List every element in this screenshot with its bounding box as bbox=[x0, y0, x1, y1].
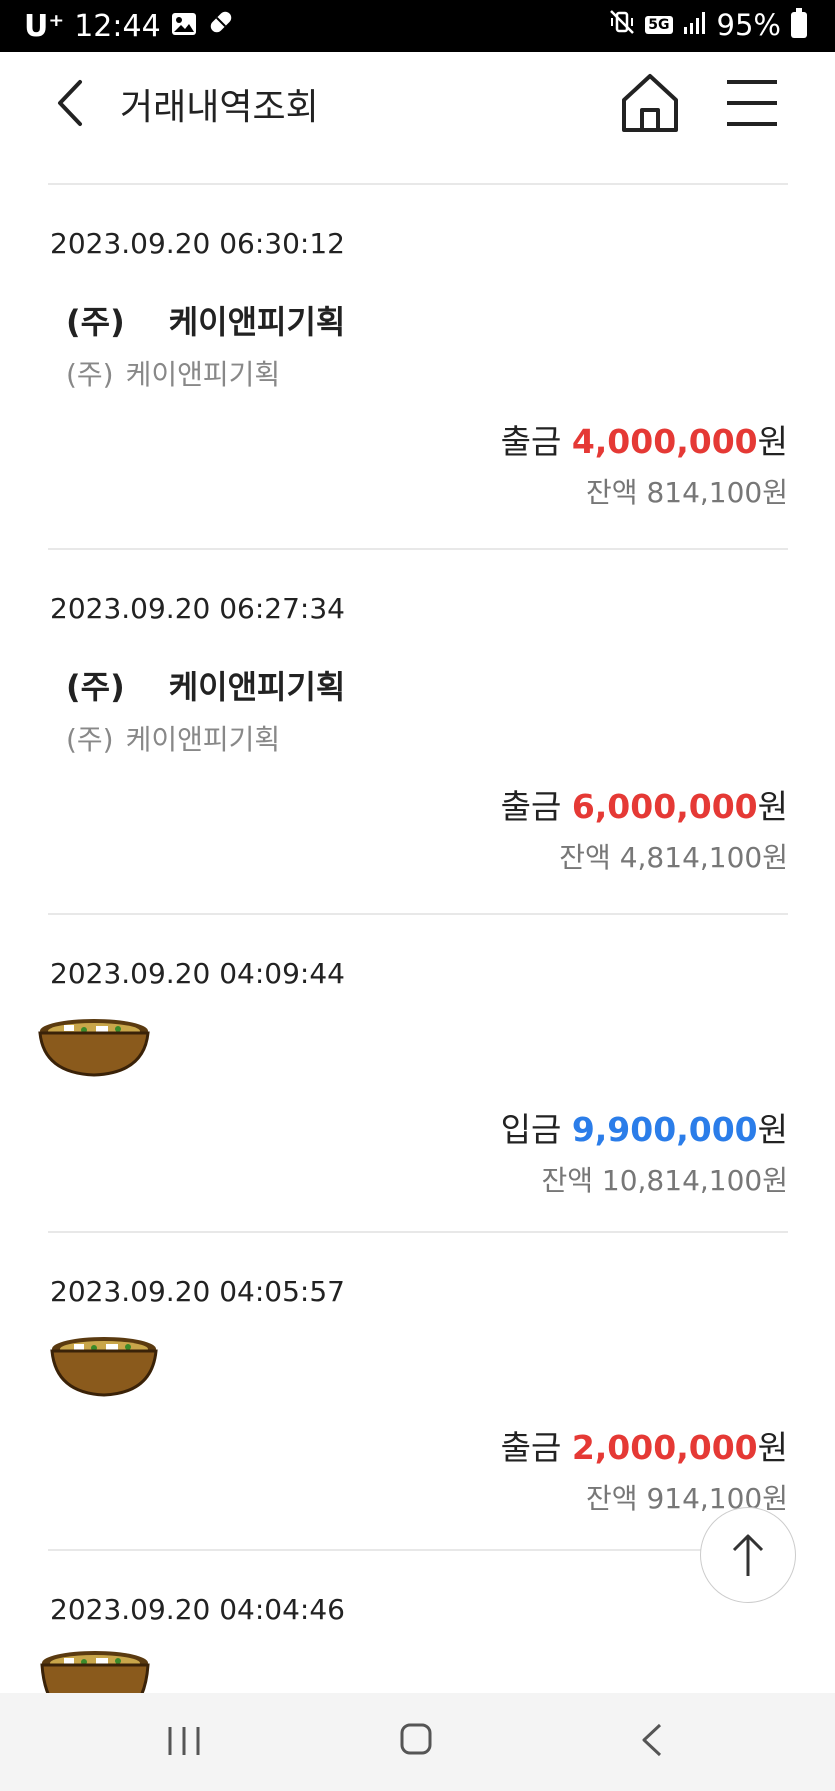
recent-apps-icon bbox=[168, 1727, 200, 1755]
network-5g-icon: 5G bbox=[645, 16, 673, 34]
status-left: U⁺ 12:44 bbox=[24, 8, 235, 44]
transaction-balance-row: 잔액 4,814,100원 bbox=[559, 836, 788, 876]
transaction-amount-row: 출금 6,000,000원 bbox=[501, 780, 788, 828]
transaction-item[interactable]: 2023.09.20 04:04:46 bbox=[40, 1551, 788, 1727]
app-header: 거래내역조회 bbox=[0, 52, 835, 154]
balance-value: 814,100 bbox=[646, 476, 763, 509]
status-bar: U⁺ 12:44 5G 95% bbox=[0, 0, 835, 52]
balance-value: 4,814,100 bbox=[619, 841, 763, 874]
pot-sticker-icon bbox=[48, 1335, 160, 1403]
transaction-item[interactable]: 2023.09.20 04:05:57 출금 2,000,000원 잔액 914… bbox=[48, 1233, 788, 1549]
transaction-datetime: 2023.09.20 04:09:44 bbox=[50, 957, 345, 990]
home-button[interactable] bbox=[618, 70, 682, 136]
transaction-memo-prefix: (주) bbox=[66, 358, 114, 391]
arrow-up-icon bbox=[732, 1534, 764, 1576]
transaction-amount: 9,900,000 bbox=[571, 1110, 758, 1149]
status-right: 5G 95% bbox=[609, 8, 807, 42]
transaction-datetime: 2023.09.20 04:04:46 bbox=[50, 1593, 345, 1626]
balance-value: 10,814,100 bbox=[601, 1164, 763, 1197]
pill-notification-icon bbox=[207, 8, 235, 44]
transaction-datetime: 2023.09.20 06:27:34 bbox=[50, 592, 345, 625]
transaction-name-prefix: (주) bbox=[66, 668, 125, 706]
menu-button[interactable] bbox=[724, 76, 780, 130]
transaction-balance-row: 잔액 814,100원 bbox=[586, 471, 788, 511]
balance-label: 잔액 bbox=[541, 1164, 593, 1197]
transaction-memo-main: 케이앤피기획 bbox=[125, 723, 281, 756]
scroll-to-top-button[interactable] bbox=[700, 1507, 796, 1603]
transaction-item[interactable]: 2023.09.20 06:27:34 (주) 케이앤피기획 (주) 케이앤피기획 … bbox=[48, 550, 788, 913]
transaction-type: 입금 bbox=[500, 1110, 562, 1149]
carrier-label: U⁺ bbox=[24, 8, 65, 44]
balance-unit: 원 bbox=[762, 476, 788, 509]
currency-unit: 원 bbox=[757, 1428, 788, 1467]
pot-sticker-icon bbox=[36, 1017, 152, 1083]
transaction-amount-row: 출금 4,000,000원 bbox=[501, 415, 788, 463]
transaction-item[interactable]: 2023.09.20 04:09:44 입금 9,900,000원 잔액 10,… bbox=[38, 915, 788, 1231]
gallery-notification-icon bbox=[171, 9, 197, 44]
system-back-button[interactable] bbox=[640, 1719, 664, 1761]
transaction-name: (주) 케이앤피기획 bbox=[66, 297, 345, 343]
transaction-name: (주) 케이앤피기획 bbox=[66, 662, 345, 708]
transaction-memo-main: 케이앤피기획 bbox=[125, 358, 281, 391]
square-home-icon bbox=[400, 1723, 432, 1755]
battery-percent: 95% bbox=[716, 8, 781, 42]
currency-unit: 원 bbox=[757, 787, 788, 826]
back-chevron-icon bbox=[642, 1723, 662, 1757]
vibrate-mute-icon bbox=[609, 8, 635, 42]
transaction-type: 출금 bbox=[500, 1428, 562, 1467]
battery-icon bbox=[791, 8, 807, 38]
balance-label: 잔액 bbox=[559, 841, 611, 874]
home-icon bbox=[622, 74, 678, 132]
transaction-datetime: 2023.09.20 06:30:12 bbox=[50, 227, 345, 260]
transaction-amount-row: 입금 9,900,000원 bbox=[501, 1103, 788, 1151]
hamburger-menu-icon bbox=[727, 80, 777, 126]
transaction-amount: 4,000,000 bbox=[571, 422, 758, 461]
balance-label: 잔액 bbox=[586, 1482, 638, 1515]
transaction-datetime: 2023.09.20 04:05:57 bbox=[50, 1275, 345, 1308]
transaction-memo-prefix: (주) bbox=[66, 723, 114, 756]
recent-apps-button[interactable] bbox=[166, 1721, 202, 1761]
system-home-button[interactable] bbox=[398, 1719, 434, 1759]
currency-unit: 원 bbox=[757, 422, 788, 461]
system-nav-bar bbox=[0, 1693, 835, 1791]
transaction-memo: (주) 케이앤피기획 bbox=[66, 718, 280, 758]
transaction-item[interactable]: 2023.09.20 06:30:12 (주) 케이앤피기획 (주) 케이앤피기획 … bbox=[48, 185, 788, 548]
signal-icon bbox=[683, 8, 707, 42]
transaction-name-main: 케이앤피기획 bbox=[168, 668, 346, 706]
transaction-name-prefix: (주) bbox=[66, 303, 125, 341]
transaction-amount: 6,000,000 bbox=[571, 787, 758, 826]
transaction-amount-row: 출금 2,000,000원 bbox=[501, 1421, 788, 1469]
transaction-type: 출금 bbox=[500, 422, 562, 461]
transaction-amount: 2,000,000 bbox=[571, 1428, 758, 1467]
balance-label: 잔액 bbox=[586, 476, 638, 509]
back-button[interactable] bbox=[48, 70, 98, 136]
currency-unit: 원 bbox=[757, 1110, 788, 1149]
chevron-left-icon bbox=[58, 80, 82, 126]
page-title: 거래내역조회 bbox=[120, 87, 319, 128]
clock: 12:44 bbox=[74, 8, 161, 44]
balance-unit: 원 bbox=[762, 1164, 788, 1197]
transaction-list: 2023.09.20 06:30:12 (주) 케이앤피기획 (주) 케이앤피기획 … bbox=[38, 183, 788, 1727]
transaction-name-main: 케이앤피기획 bbox=[168, 303, 346, 341]
transaction-type: 출금 bbox=[500, 787, 562, 826]
transaction-balance-row: 잔액 10,814,100원 bbox=[541, 1159, 788, 1199]
transaction-memo: (주) 케이앤피기획 bbox=[66, 353, 280, 393]
balance-unit: 원 bbox=[762, 841, 788, 874]
